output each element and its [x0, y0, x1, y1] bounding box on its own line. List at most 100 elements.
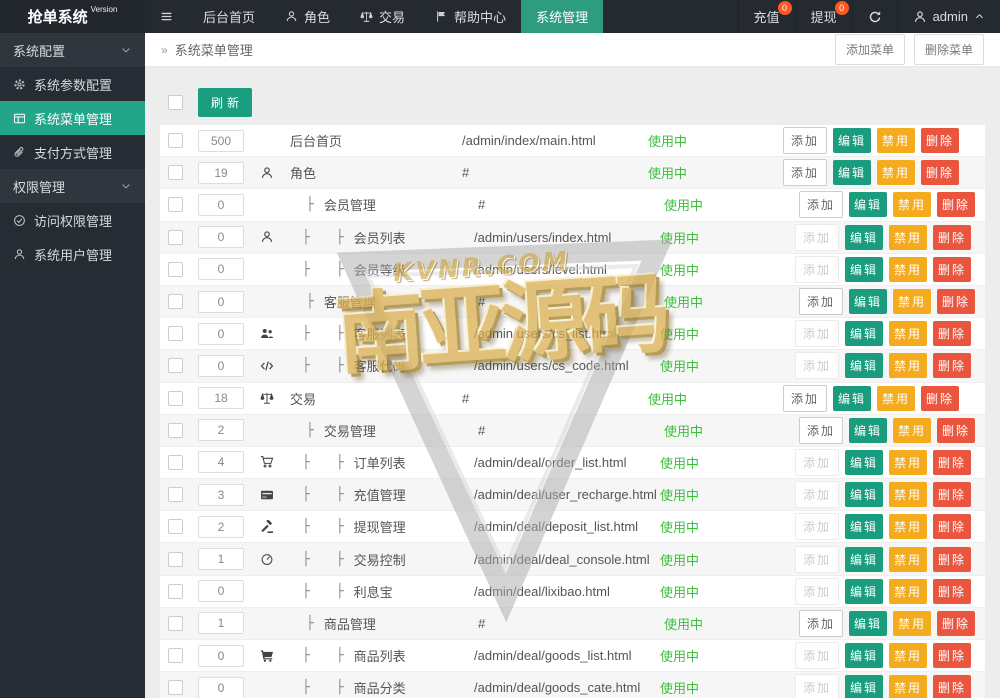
- row-checkbox[interactable]: [168, 261, 183, 277]
- nav-item-menu-toggle[interactable]: [145, 0, 188, 33]
- disable-button[interactable]: 禁用: [889, 256, 928, 282]
- row-checkbox[interactable]: [168, 551, 183, 567]
- row-checkbox[interactable]: [168, 358, 183, 374]
- edit-button[interactable]: 编辑: [845, 482, 884, 508]
- sort-input[interactable]: [198, 354, 244, 377]
- disable-button[interactable]: 禁用: [889, 482, 928, 508]
- nav-item-help[interactable]: 帮助中心: [420, 0, 521, 33]
- edit-button[interactable]: 编辑: [849, 192, 888, 218]
- disable-button[interactable]: 禁用: [877, 385, 916, 411]
- sort-input[interactable]: [198, 515, 244, 538]
- disable-button[interactable]: 禁用: [893, 192, 932, 218]
- edit-button[interactable]: 编辑: [845, 546, 884, 572]
- row-checkbox[interactable]: [168, 165, 183, 181]
- delete-button[interactable]: 删除: [937, 610, 976, 636]
- edit-button[interactable]: 编辑: [845, 514, 884, 540]
- delete-button[interactable]: 删除: [933, 353, 972, 379]
- nav-item-system[interactable]: 系统管理: [521, 0, 604, 33]
- nav-item-roles[interactable]: 角色: [270, 0, 345, 33]
- row-checkbox[interactable]: [168, 197, 183, 213]
- sidebar-item[interactable]: 系统用户管理: [0, 237, 145, 271]
- disable-button[interactable]: 禁用: [889, 449, 928, 475]
- sidebar-section-header[interactable]: 权限管理: [0, 169, 145, 203]
- row-checkbox[interactable]: [168, 294, 183, 310]
- row-checkbox[interactable]: [168, 487, 183, 503]
- disable-button[interactable]: 禁用: [877, 160, 916, 186]
- row-checkbox[interactable]: [168, 326, 183, 342]
- delete-button[interactable]: 删除: [933, 256, 972, 282]
- nav-item-trade[interactable]: 交易: [345, 0, 420, 33]
- delete-button[interactable]: 删除: [937, 417, 976, 443]
- add-button[interactable]: 添加: [795, 448, 840, 476]
- delete-button[interactable]: 删除: [937, 289, 976, 315]
- delete-button[interactable]: 删除: [933, 675, 972, 698]
- row-checkbox[interactable]: [168, 583, 183, 599]
- row-checkbox[interactable]: [168, 422, 183, 438]
- add-button[interactable]: 添加: [795, 513, 840, 541]
- row-checkbox[interactable]: [168, 519, 183, 535]
- edit-button[interactable]: 编辑: [849, 417, 888, 443]
- delete-button[interactable]: 删除: [921, 160, 960, 186]
- edit-button[interactable]: 编辑: [833, 128, 872, 154]
- add-button[interactable]: 添加: [795, 481, 840, 509]
- delete-button[interactable]: 删除: [933, 546, 972, 572]
- edit-button[interactable]: 编辑: [833, 385, 872, 411]
- add-button[interactable]: 添加: [795, 320, 840, 348]
- sort-input[interactable]: [198, 580, 244, 603]
- delete-button[interactable]: 删除: [933, 321, 972, 347]
- delete-menu-button[interactable]: 删除菜单: [913, 34, 984, 65]
- delete-button[interactable]: 删除: [933, 578, 972, 604]
- edit-button[interactable]: 编辑: [849, 289, 888, 315]
- add-button[interactable]: 添加: [783, 159, 828, 187]
- disable-button[interactable]: 禁用: [877, 128, 916, 154]
- delete-button[interactable]: 删除: [937, 192, 976, 218]
- sort-input[interactable]: [198, 290, 244, 313]
- sidebar-item[interactable]: 访问权限管理: [0, 203, 145, 237]
- sort-input[interactable]: [198, 419, 244, 442]
- nav-item-home[interactable]: 后台首页: [188, 0, 270, 33]
- sidebar-item[interactable]: 支付方式管理: [0, 135, 145, 169]
- add-button[interactable]: 添加: [795, 642, 840, 670]
- add-button[interactable]: 添加: [795, 577, 840, 605]
- add-button[interactable]: 添加: [795, 674, 840, 698]
- disable-button[interactable]: 禁用: [889, 578, 928, 604]
- edit-button[interactable]: 编辑: [845, 353, 884, 379]
- delete-button[interactable]: 删除: [933, 643, 972, 669]
- sort-input[interactable]: [198, 387, 244, 410]
- refresh-list-button[interactable]: 刷新: [198, 88, 253, 117]
- sort-input[interactable]: [198, 451, 244, 474]
- sort-input[interactable]: [198, 548, 244, 571]
- sort-input[interactable]: [198, 676, 244, 698]
- add-button[interactable]: 添加: [799, 609, 844, 637]
- sidebar-section-header[interactable]: 系统配置: [0, 33, 145, 67]
- sort-input[interactable]: [198, 161, 244, 184]
- add-button[interactable]: 添加: [799, 416, 844, 444]
- sort-input[interactable]: [198, 226, 244, 249]
- edit-button[interactable]: 编辑: [845, 675, 884, 698]
- row-checkbox[interactable]: [168, 680, 183, 696]
- edit-button[interactable]: 编辑: [845, 321, 884, 347]
- sidebar-item[interactable]: 系统参数配置: [0, 67, 145, 101]
- add-button[interactable]: 添加: [783, 127, 828, 155]
- disable-button[interactable]: 禁用: [889, 353, 928, 379]
- user-menu[interactable]: admin: [896, 0, 1000, 33]
- disable-button[interactable]: 禁用: [889, 514, 928, 540]
- edit-button[interactable]: 编辑: [845, 578, 884, 604]
- sort-input[interactable]: [198, 258, 244, 281]
- edit-button[interactable]: 编辑: [845, 256, 884, 282]
- sort-input[interactable]: [198, 483, 244, 506]
- disable-button[interactable]: 禁用: [893, 289, 932, 315]
- add-button[interactable]: 添加: [795, 352, 840, 380]
- add-menu-button[interactable]: 添加菜单: [834, 34, 905, 65]
- edit-button[interactable]: 编辑: [849, 610, 888, 636]
- row-checkbox[interactable]: [168, 648, 183, 664]
- delete-button[interactable]: 删除: [921, 385, 960, 411]
- delete-button[interactable]: 删除: [933, 449, 972, 475]
- disable-button[interactable]: 禁用: [889, 224, 928, 250]
- disable-button[interactable]: 禁用: [893, 417, 932, 443]
- delete-button[interactable]: 删除: [921, 128, 960, 154]
- add-button[interactable]: 添加: [799, 191, 844, 219]
- row-checkbox[interactable]: [168, 133, 183, 149]
- row-checkbox[interactable]: [168, 454, 183, 470]
- edit-button[interactable]: 编辑: [845, 224, 884, 250]
